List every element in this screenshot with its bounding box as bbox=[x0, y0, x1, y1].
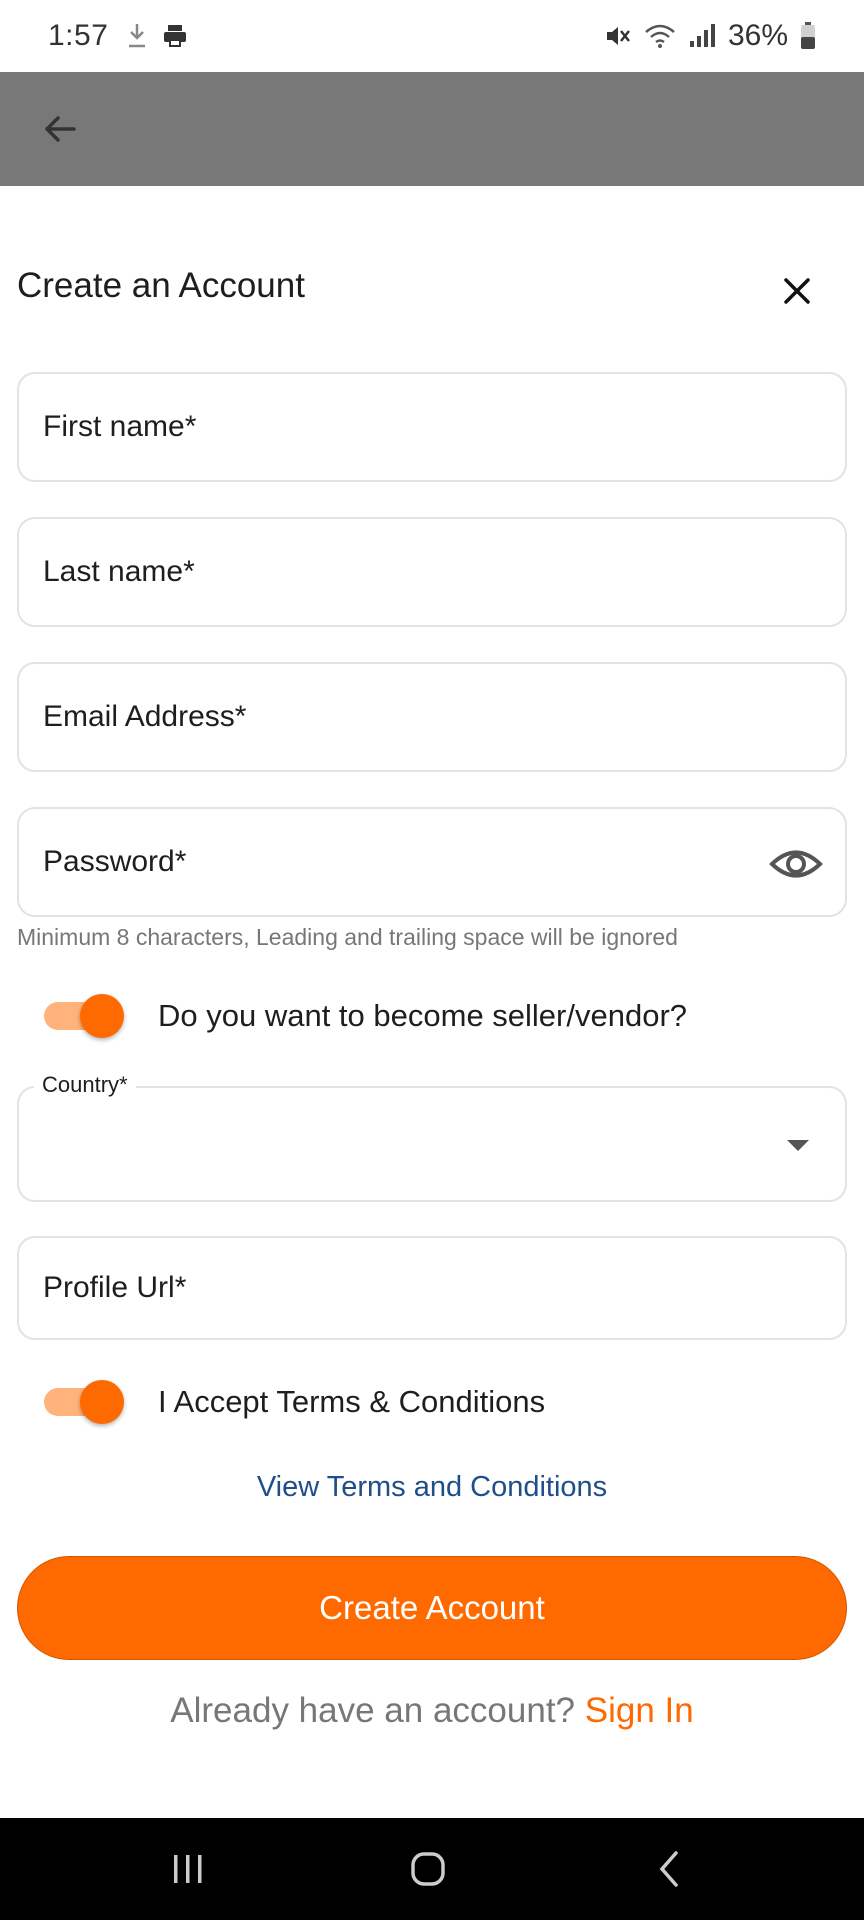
first-name-placeholder: First name* bbox=[43, 410, 197, 443]
sign-in-link[interactable]: Sign In bbox=[585, 1691, 694, 1730]
download-icon bbox=[129, 24, 146, 48]
close-icon bbox=[784, 278, 810, 304]
status-notification-icons bbox=[126, 22, 188, 50]
arrow-left-icon bbox=[45, 116, 76, 142]
profile-url-placeholder: Profile Url* bbox=[43, 1271, 187, 1304]
status-system-icons: 36% bbox=[604, 19, 816, 53]
toggle-password-visibility-button[interactable] bbox=[769, 837, 823, 891]
recent-apps-icon bbox=[174, 1855, 202, 1883]
profile-url-field[interactable]: Profile Url* bbox=[17, 1236, 847, 1340]
email-field[interactable]: Email Address* bbox=[17, 662, 847, 772]
battery-percent: 36% bbox=[727, 19, 788, 52]
password-helper-text: Minimum 8 characters, Leading and traili… bbox=[17, 924, 678, 950]
seller-toggle-row: Do you want to become seller/vendor? bbox=[0, 986, 864, 1046]
home-button[interactable] bbox=[398, 1846, 458, 1892]
status-time: 1:57 bbox=[48, 19, 109, 52]
recent-apps-button[interactable] bbox=[158, 1846, 218, 1892]
already-have-account-text: Already have an account? bbox=[170, 1691, 576, 1730]
create-account-button[interactable]: Create Account bbox=[17, 1556, 847, 1660]
last-name-field[interactable]: Last name* bbox=[17, 517, 847, 627]
mute-icon bbox=[606, 27, 630, 45]
seller-toggle-switch[interactable] bbox=[44, 986, 124, 1046]
app-bar bbox=[0, 72, 864, 186]
switch-thumb bbox=[80, 994, 124, 1038]
close-button[interactable] bbox=[776, 270, 818, 312]
seller-toggle-label: Do you want to become seller/vendor? bbox=[158, 998, 688, 1033]
sign-in-prompt: Already have an account? Sign In bbox=[0, 1691, 864, 1731]
country-label: Country* bbox=[34, 1072, 136, 1098]
view-terms-link[interactable]: View Terms and Conditions bbox=[0, 1471, 864, 1504]
country-select[interactable] bbox=[17, 1086, 847, 1202]
chevron-left-icon bbox=[659, 1851, 678, 1887]
password-field[interactable]: Password* bbox=[17, 807, 847, 917]
signal-icon bbox=[689, 24, 715, 47]
terms-toggle-switch[interactable] bbox=[44, 1372, 124, 1432]
first-name-field[interactable]: First name* bbox=[17, 372, 847, 482]
system-back-button[interactable] bbox=[640, 1846, 700, 1892]
switch-thumb bbox=[80, 1380, 124, 1424]
last-name-placeholder: Last name* bbox=[43, 555, 195, 588]
terms-toggle-label: I Accept Terms & Conditions bbox=[158, 1384, 546, 1419]
battery-icon bbox=[801, 22, 815, 49]
wifi-icon bbox=[645, 24, 675, 48]
home-icon bbox=[411, 1852, 445, 1886]
status-bar: 1:57 36% bbox=[0, 0, 864, 72]
printer-icon bbox=[164, 25, 187, 47]
system-nav-bar bbox=[0, 1818, 864, 1920]
email-placeholder: Email Address* bbox=[43, 700, 247, 733]
terms-toggle-row: I Accept Terms & Conditions bbox=[0, 1372, 864, 1432]
eye-icon bbox=[769, 850, 823, 878]
back-button[interactable] bbox=[36, 105, 84, 153]
create-account-form: Create an Account First name* Last name*… bbox=[0, 186, 864, 1818]
caret-down-icon bbox=[787, 1140, 809, 1151]
password-placeholder: Password* bbox=[43, 845, 187, 878]
page-title: Create an Account bbox=[17, 266, 305, 305]
